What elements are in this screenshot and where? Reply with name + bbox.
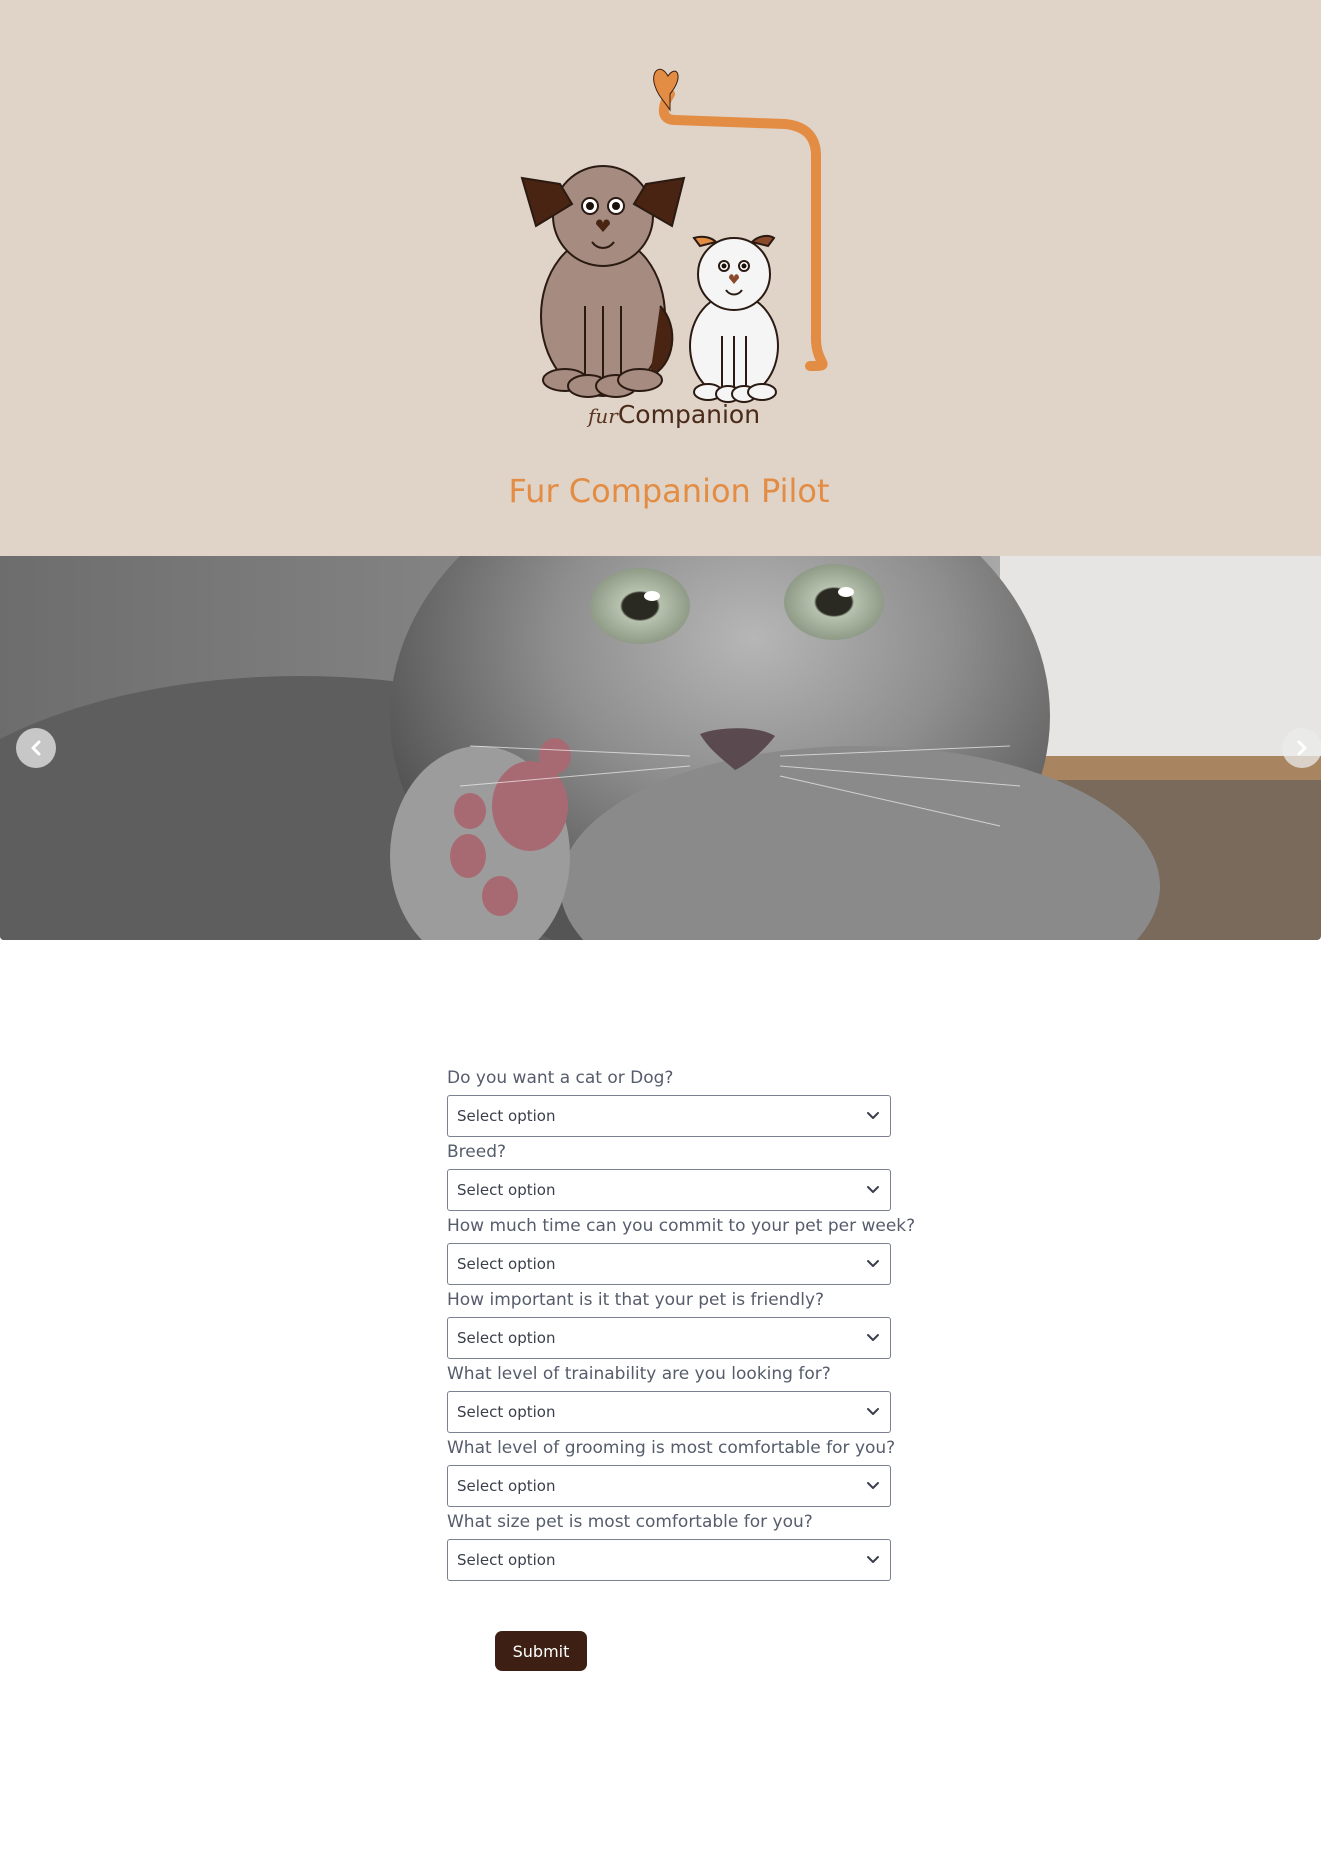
pet-type-select[interactable]: Select option [447, 1095, 891, 1137]
select-value: Select option [457, 1551, 556, 1569]
time-commitment-select[interactable]: Select option [447, 1243, 891, 1285]
chevron-down-icon [867, 1186, 879, 1193]
form-question: Breed? Select option [447, 1139, 891, 1213]
chevron-right-icon [1297, 740, 1307, 756]
question-label: What size pet is most comfortable for yo… [447, 1512, 813, 1532]
chevron-down-icon [867, 1112, 879, 1119]
breed-select[interactable]: Select option [447, 1169, 891, 1211]
select-value: Select option [457, 1403, 556, 1421]
chevron-down-icon [867, 1556, 879, 1563]
form-question: What level of grooming is most comfortab… [447, 1435, 896, 1509]
select-value: Select option [457, 1329, 556, 1347]
form-question: How important is it that your pet is fri… [447, 1287, 891, 1361]
select-value: Select option [457, 1181, 556, 1199]
friendliness-select[interactable]: Select option [447, 1317, 891, 1359]
question-label: How important is it that your pet is fri… [447, 1290, 825, 1310]
select-value: Select option [457, 1107, 556, 1125]
grooming-select[interactable]: Select option [447, 1465, 891, 1507]
form-question: What level of trainability are you looki… [447, 1361, 891, 1435]
pet-preference-form: Do you want a cat or Dog? Select option … [447, 1065, 916, 1583]
form-question: What size pet is most comfortable for yo… [447, 1509, 891, 1583]
chevron-down-icon [867, 1260, 879, 1267]
carousel-next-button[interactable] [1282, 728, 1321, 768]
logo-name: Companion [617, 400, 761, 429]
fur-companion-logo [520, 68, 828, 403]
question-label: How much time can you commit to your pet… [447, 1216, 916, 1236]
chevron-down-icon [867, 1482, 879, 1489]
logo-wordmark: furCompanion [588, 400, 760, 429]
chevron-left-icon [31, 740, 41, 756]
carousel-prev-button[interactable] [16, 728, 56, 768]
question-label: Breed? [447, 1142, 507, 1162]
select-value: Select option [457, 1477, 556, 1495]
chevron-down-icon [867, 1408, 879, 1415]
header: furCompanion Fur Companion Pilot [0, 0, 1321, 556]
trainability-select[interactable]: Select option [447, 1391, 891, 1433]
chevron-down-icon [867, 1334, 879, 1341]
pet-size-select[interactable]: Select option [447, 1539, 891, 1581]
form-question: How much time can you commit to your pet… [447, 1213, 916, 1287]
form-question: Do you want a cat or Dog? Select option [447, 1065, 891, 1139]
page-title: Fur Companion Pilot [508, 472, 830, 510]
hero-carousel[interactable] [0, 556, 1321, 940]
cat-photo [0, 556, 1321, 940]
logo-prefix: fur [588, 404, 618, 428]
question-label: What level of trainability are you looki… [447, 1364, 831, 1384]
select-value: Select option [457, 1255, 556, 1273]
question-label: Do you want a cat or Dog? [447, 1068, 674, 1088]
question-label: What level of grooming is most comfortab… [447, 1438, 896, 1458]
submit-button[interactable]: Submit [495, 1631, 587, 1671]
